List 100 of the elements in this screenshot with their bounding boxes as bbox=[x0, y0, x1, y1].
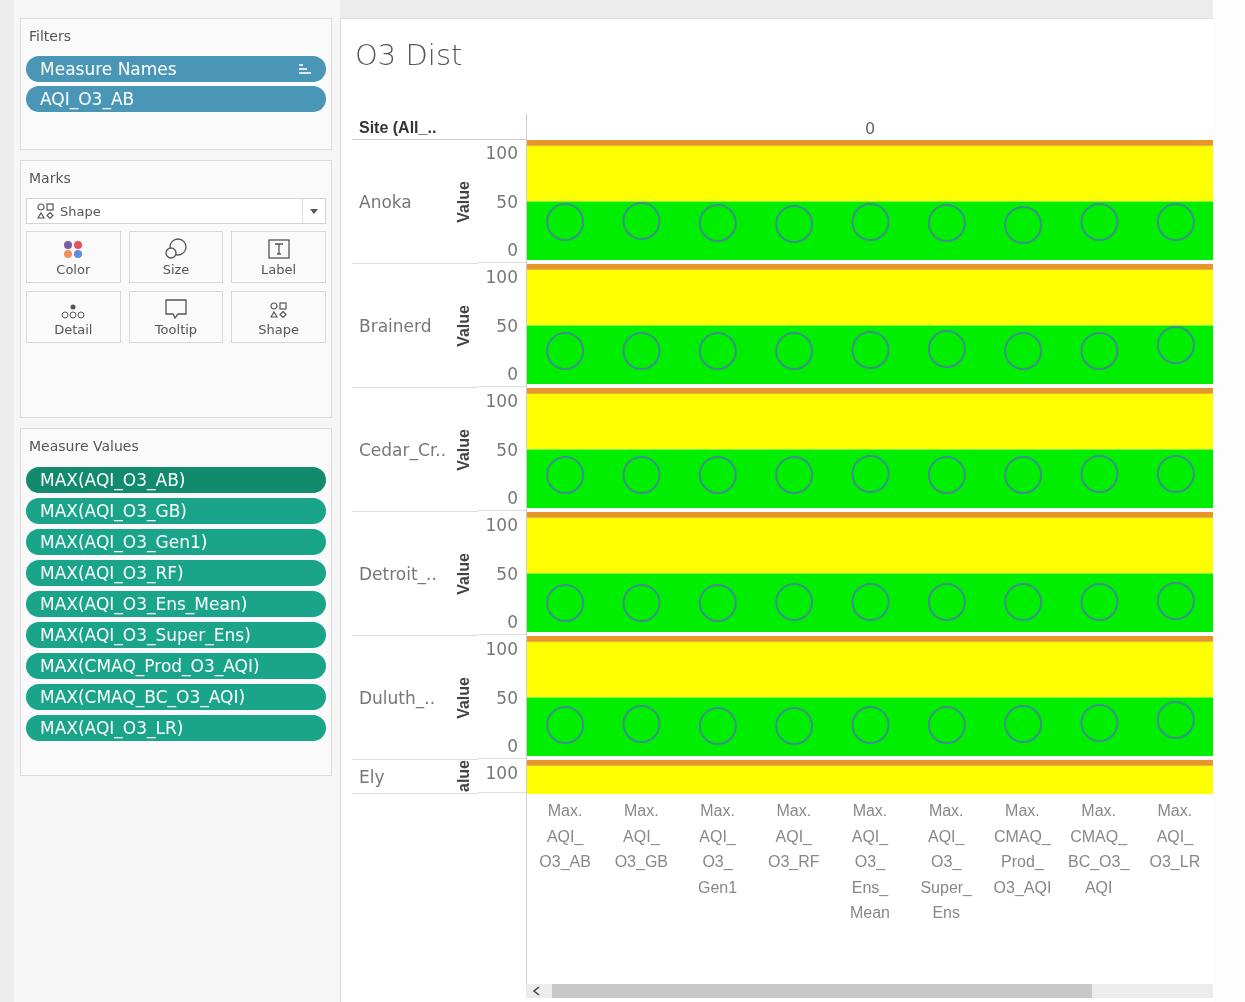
row-header: Site (All_.. bbox=[359, 119, 437, 137]
tick-label: 100 bbox=[485, 762, 518, 783]
data-point bbox=[622, 332, 661, 370]
measure-pill[interactable]: MAX(AQI_O3_AB) bbox=[26, 467, 326, 493]
tick-label: 50 bbox=[496, 191, 518, 212]
text-label-icon bbox=[267, 239, 290, 259]
data-point bbox=[775, 707, 814, 745]
tick-label: 100 bbox=[485, 638, 518, 659]
measure-pill[interactable]: MAX(AQI_O3_RF) bbox=[26, 560, 326, 586]
data-point bbox=[851, 203, 890, 241]
measure-pill[interactable]: MAX(CMAQ_Prod_O3_AQI) bbox=[26, 653, 326, 679]
axis-label: Max. CMAQ_ BC_O3_ AQI bbox=[1067, 801, 1130, 898]
measure-pill[interactable]: MAX(AQI_O3_Super_Ens) bbox=[26, 622, 326, 648]
data-point bbox=[927, 706, 966, 744]
data-point bbox=[1156, 203, 1195, 241]
color-dots-icon bbox=[63, 240, 84, 259]
axis-label: Max. AQI_ O3_LR bbox=[1149, 801, 1201, 873]
card-title: Marks bbox=[29, 170, 72, 186]
site-label: Duluth_.. bbox=[359, 687, 436, 708]
mark-card-button[interactable]: Color bbox=[26, 231, 121, 283]
horizontal-scrollbar[interactable] bbox=[526, 984, 1213, 998]
axis-label: Max. AQI_ O3_GB bbox=[614, 801, 668, 873]
data-point bbox=[622, 584, 661, 622]
axis-label: Max. AQI_ O3_ Super_ Ens bbox=[920, 801, 972, 924]
axis-label: Max. AQI_ O3_RF bbox=[767, 801, 820, 873]
axis-label: Max. AQI_ O3_ Ens_ Mean bbox=[849, 801, 890, 924]
tick-label: 0 bbox=[507, 612, 518, 633]
data-point bbox=[1004, 583, 1043, 621]
data-point bbox=[851, 706, 890, 744]
data-point bbox=[851, 583, 890, 621]
mark-type-dropdown[interactable]: Shape bbox=[26, 198, 326, 224]
data-point bbox=[698, 332, 737, 370]
measure-pill[interactable]: MAX(CMAQ_BC_O3_AQI) bbox=[26, 684, 326, 710]
data-point bbox=[927, 330, 966, 368]
site-label: Brainerd bbox=[359, 315, 432, 336]
data-point bbox=[546, 706, 585, 744]
mark-card-button[interactable]: Tooltip bbox=[128, 291, 224, 343]
data-point bbox=[698, 584, 737, 622]
data-point bbox=[698, 707, 737, 745]
column-header: 0 bbox=[864, 119, 876, 138]
data-point bbox=[927, 204, 966, 242]
data-point bbox=[927, 583, 966, 621]
data-point bbox=[622, 202, 661, 240]
axis-title: Value bbox=[455, 676, 473, 719]
data-point bbox=[622, 456, 661, 494]
shapes-icon bbox=[37, 202, 54, 220]
data-point bbox=[1156, 326, 1195, 364]
tick-label: 50 bbox=[496, 439, 518, 460]
data-point bbox=[1004, 456, 1043, 494]
measure-pill[interactable]: MAX(AQI_O3_GB) bbox=[26, 498, 326, 524]
caret-icon bbox=[310, 208, 318, 214]
mark-card-button[interactable]: Detail bbox=[26, 291, 121, 343]
filter-pill[interactable]: AQI_O3_AB bbox=[26, 86, 326, 112]
dots-icon bbox=[61, 304, 86, 319]
site-label: Detroit_.. bbox=[359, 563, 437, 584]
data-point bbox=[851, 455, 890, 493]
axis-label: Max. AQI_ O3_ Gen1 bbox=[697, 801, 738, 898]
axis-label: Max. CMAQ_ Prod_ O3_AQI bbox=[993, 801, 1052, 898]
axis-title: alue bbox=[455, 760, 473, 792]
mark-card-button[interactable]: Shape bbox=[231, 291, 326, 343]
data-point bbox=[775, 583, 814, 621]
tick-label: 50 bbox=[496, 563, 518, 584]
data-point bbox=[546, 456, 585, 494]
data-point bbox=[851, 331, 890, 369]
mark-card-button[interactable]: Label bbox=[231, 231, 326, 283]
data-point bbox=[1156, 455, 1195, 493]
data-point bbox=[1004, 206, 1043, 244]
scrollbar-thumb[interactable] bbox=[552, 984, 1092, 998]
data-point bbox=[1080, 704, 1119, 742]
card-title: Measure Values bbox=[29, 438, 140, 454]
speech-bubble-icon bbox=[165, 299, 187, 319]
data-point bbox=[1080, 583, 1119, 621]
site-label: Cedar_Cr.. bbox=[359, 439, 447, 460]
data-point bbox=[1080, 455, 1119, 493]
data-point bbox=[1080, 332, 1119, 370]
size-circles-icon bbox=[165, 238, 187, 259]
data-point bbox=[698, 204, 737, 242]
data-point bbox=[775, 456, 814, 494]
tick-label: 100 bbox=[485, 266, 518, 287]
tick-label: 100 bbox=[485, 514, 518, 535]
tick-label: 0 bbox=[507, 488, 518, 509]
filter-pill[interactable]: Measure Names bbox=[26, 56, 326, 82]
tick-label: 100 bbox=[485, 390, 518, 411]
measure-pill[interactable]: MAX(AQI_O3_Gen1) bbox=[26, 529, 326, 555]
data-point bbox=[1004, 332, 1043, 370]
measure-pill[interactable]: MAX(AQI_O3_Ens_Mean) bbox=[26, 591, 326, 617]
data-point bbox=[546, 584, 585, 622]
data-point bbox=[546, 203, 585, 241]
data-point bbox=[622, 705, 661, 743]
measure-pill[interactable]: MAX(AQI_O3_LR) bbox=[26, 715, 326, 741]
axis-title: Value bbox=[455, 180, 473, 223]
axis-title: Value bbox=[455, 304, 473, 347]
axis-label: Max. AQI_ O3_AB bbox=[539, 801, 591, 873]
tick-label: 100 bbox=[485, 142, 518, 163]
data-point bbox=[546, 332, 585, 370]
data-point bbox=[1004, 705, 1043, 743]
shapes-icon bbox=[270, 302, 288, 319]
data-point bbox=[927, 456, 966, 494]
mark-card-button[interactable]: Size bbox=[128, 231, 224, 283]
data-point bbox=[1156, 582, 1195, 620]
